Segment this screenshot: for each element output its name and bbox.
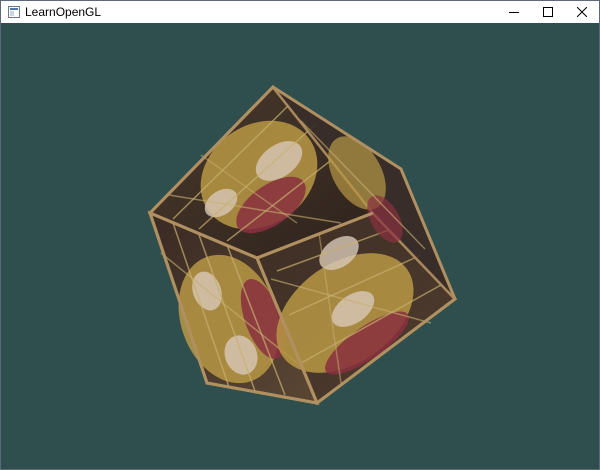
opengl-viewport[interactable]: [1, 23, 599, 469]
render-canvas: [1, 23, 599, 469]
app-icon: [8, 6, 20, 18]
app-window: LearnOpenGL: [0, 0, 600, 470]
minimize-icon: [509, 12, 519, 13]
close-icon: [577, 7, 587, 17]
title-bar[interactable]: LearnOpenGL: [1, 1, 599, 23]
minimize-button[interactable]: [497, 1, 531, 23]
close-button[interactable]: [565, 1, 599, 23]
window-title: LearnOpenGL: [25, 5, 102, 19]
maximize-button[interactable]: [531, 1, 565, 23]
maximize-icon: [543, 7, 553, 17]
